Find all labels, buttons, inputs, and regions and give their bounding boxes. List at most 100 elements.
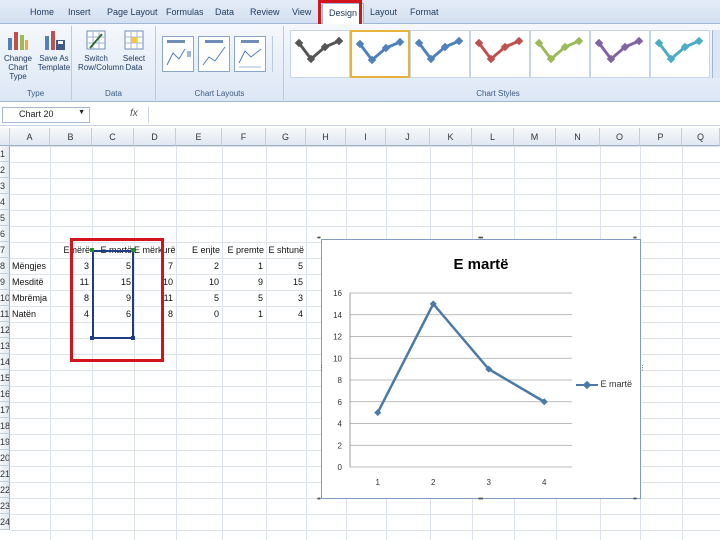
- fx-icon[interactable]: fx: [130, 108, 138, 119]
- column-header-n[interactable]: N: [556, 128, 600, 146]
- column-header-m[interactable]: M: [514, 128, 556, 146]
- resize-handle-corner[interactable]: ••: [633, 496, 637, 503]
- row-header[interactable]: 8: [0, 258, 10, 274]
- value-cell[interactable]: 1: [222, 306, 263, 322]
- row-header[interactable]: 7: [0, 242, 10, 258]
- value-cell[interactable]: 1: [222, 258, 263, 274]
- column-header-p[interactable]: P: [640, 128, 682, 146]
- row-label-cell[interactable]: Mëngjes: [12, 258, 46, 274]
- resize-handle-corner[interactable]: ••: [633, 235, 637, 242]
- value-cell[interactable]: 10: [176, 274, 219, 290]
- x-tick-label: 1: [376, 478, 381, 487]
- resize-handle-corner[interactable]: ••: [317, 235, 321, 242]
- row-header[interactable]: 4: [0, 194, 10, 210]
- tab-view[interactable]: View: [292, 7, 311, 17]
- column-header-i[interactable]: I: [346, 128, 386, 146]
- y-tick-label: 2: [338, 441, 343, 450]
- formula-bar: Chart 20 ▼ fx: [0, 104, 720, 126]
- value-cell[interactable]: 2: [176, 258, 219, 274]
- column-header-k[interactable]: K: [430, 128, 472, 146]
- column-header-d[interactable]: D: [134, 128, 176, 146]
- resize-handle-left[interactable]: ⋮: [318, 364, 325, 372]
- data-highlight: [70, 238, 164, 362]
- row-header[interactable]: 20: [0, 450, 10, 466]
- tab-page-layout[interactable]: Page Layout: [107, 7, 158, 17]
- value-cell[interactable]: 5: [222, 290, 263, 306]
- data-group: Switch Row/Column Select Data Data: [72, 26, 156, 100]
- table-header-cell[interactable]: E enjte: [176, 242, 220, 258]
- row-header[interactable]: 19: [0, 434, 10, 450]
- resize-handle-corner[interactable]: ••: [317, 496, 321, 503]
- row-label-cell[interactable]: Mesditë: [12, 274, 44, 290]
- select-all-corner[interactable]: [0, 128, 10, 146]
- switch-row-column-button[interactable]: Switch Row/Column: [78, 28, 124, 72]
- value-cell[interactable]: 15: [266, 274, 303, 290]
- row-header[interactable]: 17: [0, 402, 10, 418]
- column-header-h[interactable]: H: [306, 128, 346, 146]
- row-header[interactable]: 2: [0, 162, 10, 178]
- save-as-template-button[interactable]: Save As Template: [36, 28, 72, 72]
- value-cell[interactable]: 5: [176, 290, 219, 306]
- tab-home[interactable]: Home: [30, 7, 54, 17]
- row-header[interactable]: 11: [0, 306, 10, 322]
- column-header-a[interactable]: A: [10, 128, 50, 146]
- table-header-cell[interactable]: E premte: [222, 242, 264, 258]
- tab-format[interactable]: Format: [410, 7, 439, 17]
- tab-insert[interactable]: Insert: [68, 7, 91, 17]
- chart-legend[interactable]: E martë: [576, 379, 632, 389]
- row-header[interactable]: 9: [0, 274, 10, 290]
- tab-data[interactable]: Data: [215, 7, 234, 17]
- value-cell[interactable]: 3: [266, 290, 303, 306]
- row-header[interactable]: 18: [0, 418, 10, 434]
- row-header[interactable]: 16: [0, 386, 10, 402]
- row-header[interactable]: 23: [0, 498, 10, 514]
- resize-handle-right[interactable]: ⋮: [639, 364, 646, 372]
- row-header[interactable]: 14: [0, 354, 10, 370]
- chart-layout-3[interactable]: [234, 36, 266, 72]
- row-header[interactable]: 6: [0, 226, 10, 242]
- name-box-dropdown-icon[interactable]: ▼: [78, 109, 85, 116]
- row-label-cell[interactable]: Natën: [12, 306, 36, 322]
- styles-scroll-arrows[interactable]: [712, 30, 720, 78]
- value-cell[interactable]: 4: [266, 306, 303, 322]
- row-header[interactable]: 3: [0, 178, 10, 194]
- row-header[interactable]: 5: [0, 210, 10, 226]
- value-cell[interactable]: 0: [176, 306, 219, 322]
- formula-input[interactable]: [148, 107, 720, 123]
- resize-handle-top[interactable]: •••: [478, 235, 483, 242]
- chart-layout-2[interactable]: [198, 36, 230, 72]
- column-header-e[interactable]: E: [176, 128, 222, 146]
- row-header[interactable]: 22: [0, 482, 10, 498]
- legend-label: E martë: [600, 379, 633, 389]
- chart-layout-1[interactable]: [162, 36, 194, 72]
- table-header-cell[interactable]: E shtunë: [266, 242, 304, 258]
- row-label-cell[interactable]: Mbrëmja: [12, 290, 47, 306]
- value-cell[interactable]: 5: [266, 258, 303, 274]
- chart-plot-area[interactable]: 02468101214161 2 3 4: [322, 240, 640, 498]
- row-header[interactable]: 13: [0, 338, 10, 354]
- row-header[interactable]: 1: [0, 146, 10, 162]
- column-header-q[interactable]: Q: [682, 128, 720, 146]
- column-header-c[interactable]: C: [92, 128, 134, 146]
- layouts-more-arrows[interactable]: [272, 36, 282, 72]
- column-header-b[interactable]: B: [50, 128, 92, 146]
- value-cell[interactable]: 9: [222, 274, 263, 290]
- tab-layout[interactable]: Layout: [370, 7, 397, 17]
- column-header-j[interactable]: J: [386, 128, 430, 146]
- row-header[interactable]: 10: [0, 290, 10, 306]
- tab-formulas[interactable]: Formulas: [166, 7, 204, 17]
- name-box[interactable]: Chart 20 ▼: [2, 107, 90, 123]
- tab-review[interactable]: Review: [250, 7, 280, 17]
- column-header-l[interactable]: L: [472, 128, 514, 146]
- row-header[interactable]: 12: [0, 322, 10, 338]
- select-data-button[interactable]: Select Data: [116, 28, 152, 72]
- column-header-f[interactable]: F: [222, 128, 266, 146]
- row-header[interactable]: 21: [0, 466, 10, 482]
- column-header-o[interactable]: O: [600, 128, 640, 146]
- line-chart[interactable]: E martë 0 2 4 6 8 10 12 14 16 1 2 3 4 E martë: [321, 239, 641, 499]
- resize-handle-bottom[interactable]: •••: [478, 496, 483, 503]
- change-chart-type-button[interactable]: Change Chart Type: [0, 28, 36, 81]
- row-header[interactable]: 15: [0, 370, 10, 386]
- column-header-g[interactable]: G: [266, 128, 306, 146]
- row-header[interactable]: 24: [0, 514, 10, 530]
